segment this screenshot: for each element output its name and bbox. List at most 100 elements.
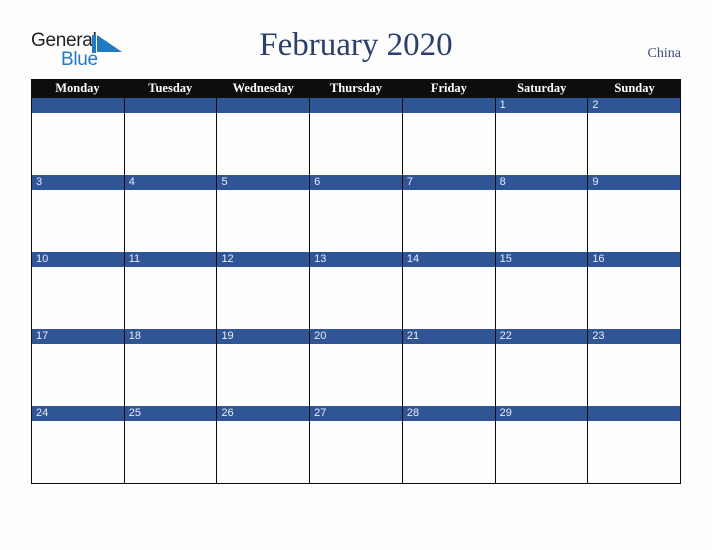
day-cell[interactable] xyxy=(124,98,218,175)
day-number: 2 xyxy=(592,99,599,111)
day-body[interactable] xyxy=(310,421,402,483)
day-number-band: 26 xyxy=(217,406,310,421)
day-body[interactable] xyxy=(495,267,588,329)
day-cell[interactable]: 19 xyxy=(217,329,311,406)
day-body[interactable] xyxy=(32,421,124,483)
day-body[interactable] xyxy=(495,113,588,175)
day-cell[interactable]: 12 xyxy=(217,252,311,329)
day-cell[interactable]: 27 xyxy=(310,406,403,483)
day-number-band: 28 xyxy=(402,406,495,421)
day-body[interactable] xyxy=(402,267,495,329)
day-cell[interactable]: 5 xyxy=(217,175,311,252)
day-body[interactable] xyxy=(124,190,217,252)
day-cell[interactable]: 6 xyxy=(310,175,403,252)
day-body[interactable] xyxy=(310,113,402,175)
day-body[interactable] xyxy=(217,267,310,329)
day-number: 1 xyxy=(499,99,506,111)
day-body[interactable] xyxy=(124,267,217,329)
day-body[interactable] xyxy=(124,344,217,406)
day-number-band xyxy=(402,98,495,113)
day-number-band xyxy=(310,98,402,113)
day-number-band: 11 xyxy=(124,252,217,267)
day-number: 26 xyxy=(221,407,234,419)
day-cell[interactable] xyxy=(588,406,682,483)
day-number: 9 xyxy=(592,176,599,188)
day-cell[interactable]: 20 xyxy=(310,329,403,406)
day-cell[interactable]: 18 xyxy=(124,329,218,406)
day-body[interactable] xyxy=(588,344,681,406)
day-number-band: 23 xyxy=(588,329,681,344)
day-cell[interactable]: 11 xyxy=(124,252,218,329)
day-body[interactable] xyxy=(217,344,310,406)
day-cell[interactable]: 17 xyxy=(32,329,125,406)
day-number-band: 3 xyxy=(32,175,124,190)
day-number: 22 xyxy=(499,330,512,342)
day-body[interactable] xyxy=(310,344,402,406)
day-body[interactable] xyxy=(588,190,681,252)
day-body[interactable] xyxy=(310,267,402,329)
week-row: 10 11 12 13 14 15 16 xyxy=(31,252,682,329)
day-number: 29 xyxy=(499,407,512,419)
day-cell[interactable]: 13 xyxy=(310,252,403,329)
day-body[interactable] xyxy=(32,113,124,175)
day-number-band: 17 xyxy=(32,329,124,344)
day-number: 7 xyxy=(406,176,413,188)
day-body[interactable] xyxy=(402,344,495,406)
day-cell[interactable]: 29 xyxy=(495,406,589,483)
day-cell[interactable]: 22 xyxy=(495,329,589,406)
day-number-band: 24 xyxy=(32,406,124,421)
day-cell[interactable]: 7 xyxy=(402,175,496,252)
day-cell[interactable]: 23 xyxy=(588,329,682,406)
day-body[interactable] xyxy=(32,267,124,329)
day-body[interactable] xyxy=(402,421,495,483)
day-cell[interactable]: 15 xyxy=(495,252,589,329)
day-body[interactable] xyxy=(32,344,124,406)
day-body[interactable] xyxy=(310,190,402,252)
day-body[interactable] xyxy=(495,421,588,483)
day-body[interactable] xyxy=(402,190,495,252)
day-cell[interactable] xyxy=(310,98,403,175)
day-number-band: 9 xyxy=(588,175,681,190)
day-body[interactable] xyxy=(217,113,310,175)
day-number: 8 xyxy=(499,176,506,188)
day-body[interactable] xyxy=(402,113,495,175)
day-number: 18 xyxy=(128,330,141,342)
day-body[interactable] xyxy=(588,267,681,329)
day-number: 27 xyxy=(314,407,327,419)
day-cell[interactable]: 21 xyxy=(402,329,496,406)
day-body[interactable] xyxy=(495,344,588,406)
day-number-band: 7 xyxy=(402,175,495,190)
day-body[interactable] xyxy=(32,190,124,252)
day-cell[interactable]: 16 xyxy=(588,252,682,329)
day-body[interactable] xyxy=(217,190,310,252)
day-cell[interactable]: 9 xyxy=(588,175,682,252)
day-cell[interactable]: 24 xyxy=(32,406,125,483)
day-cell[interactable]: 3 xyxy=(32,175,125,252)
day-cell[interactable]: 2 xyxy=(588,98,682,175)
weekday-header-monday: Monday xyxy=(55,81,100,95)
day-cell[interactable]: 4 xyxy=(124,175,218,252)
day-number: 5 xyxy=(221,176,228,188)
day-number: 19 xyxy=(221,330,234,342)
day-body[interactable] xyxy=(588,421,681,483)
day-cell[interactable]: 14 xyxy=(402,252,496,329)
day-body[interactable] xyxy=(124,113,217,175)
day-body[interactable] xyxy=(495,190,588,252)
day-cell[interactable]: 8 xyxy=(495,175,589,252)
day-body[interactable] xyxy=(124,421,217,483)
week-row: 17 18 19 20 21 22 23 xyxy=(31,329,682,406)
day-cell[interactable]: 1 xyxy=(495,98,589,175)
day-cell[interactable]: 10 xyxy=(32,252,125,329)
day-cell[interactable] xyxy=(32,98,125,175)
day-body[interactable] xyxy=(588,113,681,175)
day-body[interactable] xyxy=(217,421,310,483)
day-cell[interactable]: 28 xyxy=(402,406,496,483)
day-number: 3 xyxy=(36,176,43,188)
calendar-grid: Monday Tuesday Wednesday Thursday Friday… xyxy=(31,79,682,484)
day-cell[interactable] xyxy=(217,98,311,175)
day-number-band: 22 xyxy=(495,329,588,344)
weekday-header-row: Monday Tuesday Wednesday Thursday Friday… xyxy=(31,79,681,98)
day-cell[interactable]: 25 xyxy=(124,406,218,483)
day-cell[interactable]: 26 xyxy=(217,406,311,483)
day-cell[interactable] xyxy=(402,98,496,175)
